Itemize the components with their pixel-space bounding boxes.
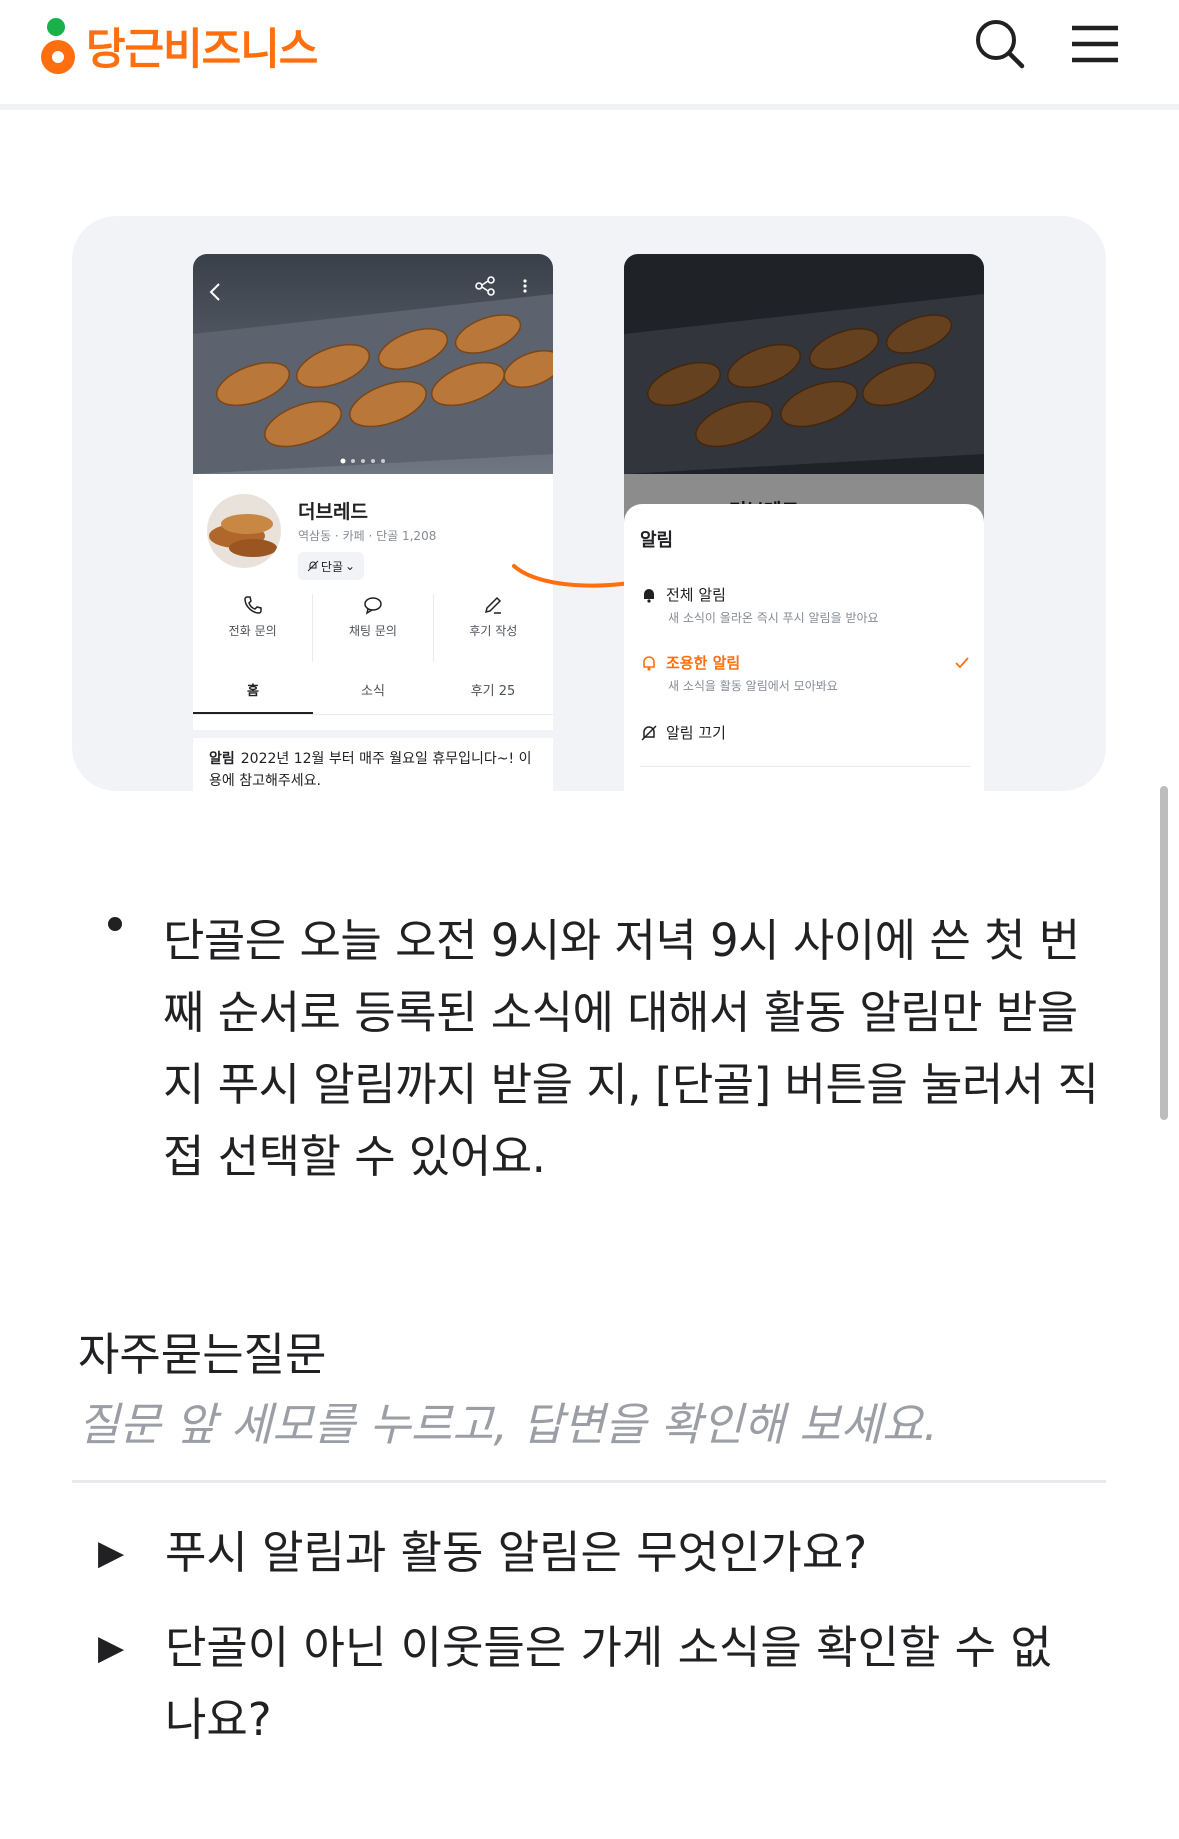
action-label: 후기 작성 — [469, 624, 518, 638]
faq-subtitle: 질문 앞 세모를 누르고, 답변을 확인해 보세요. — [78, 1398, 938, 1451]
option-sub: 새 소식이 올라온 즉시 푸시 알림을 받아요 — [668, 611, 879, 625]
chevron-down-icon: ⌄ — [345, 559, 356, 573]
faq-question: 단골이 아닌 이웃들은 가게 소식을 확인할 수 없나요? — [165, 1621, 1052, 1746]
faq-title: 자주묻는질문 — [78, 1328, 327, 1381]
top-header: 당근비즈니스 — [0, 0, 1179, 110]
action-label: 채팅 문의 — [349, 624, 397, 638]
store-action-bar: 전화 문의 채팅 문의 후기 작성 — [193, 594, 553, 662]
tab-home[interactable]: 홈 — [193, 674, 313, 714]
faq-divider — [72, 1480, 1106, 1483]
feature-illustration: 더브레드 역삼동 · 카페 · 단골 1,208 단골 ⌄ 전화 문의 채팅 문… — [72, 216, 1106, 791]
croissant-photo — [193, 254, 553, 474]
feature-description: 단골은 오늘 오전 9시와 저녁 9시 사이에 쓴 첫 번째 순서로 등록된 소… — [163, 914, 1099, 1183]
bell-off-icon — [307, 560, 319, 572]
carrot-logo-icon — [41, 18, 75, 74]
phone-mockup-store-profile: 더브레드 역삼동 · 카페 · 단골 1,208 단골 ⌄ 전화 문의 채팅 문… — [193, 254, 553, 791]
notice-text: 2022년 12월 부터 매주 월요일 휴무입니다~! 이용에 참고해주세요. — [209, 751, 532, 789]
pencil-icon — [485, 596, 502, 614]
search-icon[interactable] — [972, 16, 1028, 72]
faq-item-non-dangol-neighbors[interactable]: ▶ 단골이 아닌 이웃들은 가게 소식을 확인할 수 없나요? — [98, 1612, 1108, 1756]
store-avatar — [207, 494, 281, 568]
check-icon — [955, 656, 969, 668]
option-quiet-notifications[interactable]: 조용한 알림 새 소식을 활동 알림에서 모아봐요 — [640, 652, 970, 694]
dangol-button-label: 단골 — [320, 559, 344, 574]
disclosure-triangle-icon[interactable]: ▶ — [98, 1517, 165, 1589]
bell-icon — [643, 655, 655, 671]
faq-question: 푸시 알림과 활동 알림은 무엇인가요? — [165, 1526, 868, 1579]
page-scrollbar[interactable] — [1160, 786, 1168, 1120]
option-title: 알림 끄기 — [666, 724, 726, 742]
phone-icon — [243, 596, 262, 614]
action-label: 전화 문의 — [228, 624, 277, 638]
faq-item-push-vs-activity[interactable]: ▶ 푸시 알림과 활동 알림은 무엇인가요? — [98, 1517, 1108, 1589]
option-title: 전체 알림 — [666, 586, 726, 604]
dangol-button[interactable]: 단골 ⌄ — [298, 552, 364, 580]
hamburger-menu-icon[interactable] — [1068, 16, 1124, 72]
disclosure-triangle-icon[interactable]: ▶ — [98, 1612, 165, 1756]
sheet-title: 알림 — [640, 530, 674, 551]
option-notifications-off[interactable]: 알림 끄기 — [640, 722, 970, 743]
tab-news[interactable]: 소식 — [313, 674, 433, 714]
notice-label: 알림 — [209, 751, 235, 767]
chat-icon — [364, 597, 382, 615]
option-sub: 새 소식을 활동 알림에서 모아봐요 — [668, 679, 838, 693]
store-name: 더브레드 — [298, 501, 368, 523]
option-all-notifications[interactable]: 전체 알림 새 소식이 올라온 즉시 푸시 알림을 받아요 — [640, 584, 970, 626]
bell-off-icon — [641, 724, 657, 741]
phone-inquiry-button[interactable]: 전화 문의 — [193, 594, 314, 662]
brand-name: 당근비즈니스 — [86, 25, 318, 75]
tab-reviews[interactable]: 후기 25 — [433, 674, 553, 714]
bullet-dot — [108, 917, 122, 931]
notification-bottom-sheet: 알림 전체 알림 새 소식이 올라온 즉시 푸시 알림을 받아요 조용한 알림 … — [624, 504, 984, 791]
store-tabs: 홈 소식 후기 25 — [193, 674, 553, 715]
sheet-divider — [640, 766, 970, 767]
phone-mockup-notification-sheet: 더브레드 알림 전체 알림 새 소식이 올라온 즉시 푸시 알림을 받아요 — [624, 254, 984, 791]
chat-inquiry-button[interactable]: 채팅 문의 — [313, 594, 434, 662]
store-meta: 역삼동 · 카페 · 단골 1,208 — [298, 529, 437, 543]
store-notice: 알림 2022년 12월 부터 매주 월요일 휴무입니다~! 이용에 참고해주세요… — [193, 730, 553, 791]
bell-filled-icon — [644, 588, 654, 603]
brand-logo[interactable]: 당근비즈니스 — [36, 14, 318, 78]
option-title: 조용한 알림 — [666, 654, 741, 672]
